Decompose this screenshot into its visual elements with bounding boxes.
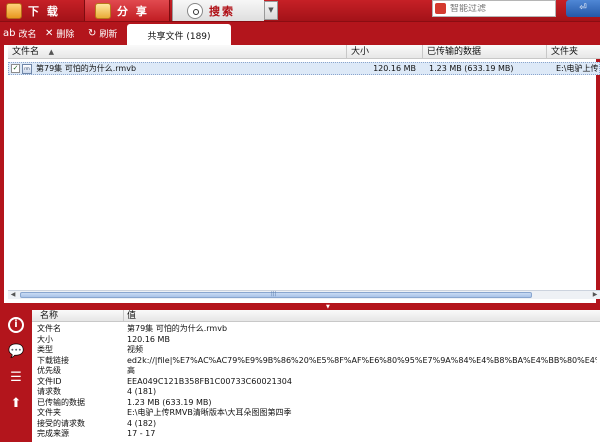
details-key: 类型 [37, 345, 53, 354]
column-header-folder[interactable]: 文件夹 [547, 45, 600, 59]
column-header-transferred[interactable]: 已传输的数据 [423, 45, 547, 59]
details-value: EEA049C121B358FB1C00733C60021304 [127, 376, 292, 386]
details-key: 大小 [37, 334, 53, 344]
details-row: 文件名 第79集 可怕的为什么.rmvb [32, 324, 600, 334]
details-value: 4 (182) [127, 418, 157, 428]
details-key: 接受的请求数 [37, 418, 85, 428]
table-row[interactable]: ✓ rm 第79集 可怕的为什么.rmvb 120.16 MB 1.23 MB … [8, 62, 600, 75]
search-icon [187, 2, 203, 19]
details-header: 名称 值 [32, 310, 600, 322]
details-row: 接受的请求数 4 (182) [32, 419, 600, 429]
details-key: 下载链接 [37, 355, 69, 365]
details-row: 请求数 4 (181) [32, 387, 600, 397]
details-row: 优先级 高 [32, 366, 600, 376]
refresh-label: 刷新 [99, 29, 118, 40]
list-icon[interactable]: ☰ [8, 370, 24, 386]
toolbar: ab 改名 ✕ 删除 ↻ 刷新 共享文件 (189) [0, 21, 600, 46]
filter-go-button[interactable]: ⏎ [566, 0, 600, 17]
video-file-icon: rm [22, 64, 32, 74]
details-key: 文件名 [37, 324, 61, 333]
column-filename-label: 文件名 [12, 47, 40, 57]
details-panel: 名称 值 文件名 第79集 可怕的为什么.rmvb 大小 120.16 MB 类… [32, 310, 600, 442]
detail-side-nav: i 💬 ☰ ⬆ [0, 310, 32, 442]
row-folder: E:\电驴上传 [556, 64, 599, 73]
scroll-left-icon[interactable]: ◀ [8, 291, 18, 299]
details-row: 文件ID EEA049C121B358FB1C00733C60021304 [32, 377, 600, 387]
details-key: 已传输的数据 [37, 397, 85, 407]
column-header-size[interactable]: 大小 [347, 45, 423, 59]
details-value: 17 - 17 [127, 429, 156, 438]
comment-icon[interactable]: 💬 [8, 344, 24, 360]
delete-button[interactable]: ✕ 删除 [45, 26, 74, 40]
tab-download[interactable]: 下 载 [2, 0, 80, 21]
filter-icon [435, 3, 446, 14]
details-key: 文件夹 [37, 408, 61, 417]
details-value[interactable]: ed2k://|file|%E7%AC%AC79%E9%9B%86%20%E5%… [127, 356, 597, 366]
details-value: 1.23 MB (633.19 MB) [127, 397, 212, 407]
refresh-icon: ↻ [88, 27, 97, 39]
row-filename: 第79集 可怕的为什么.rmvb [36, 64, 137, 73]
delete-label: 删除 [56, 29, 75, 40]
file-list-panel: 文件名 ▲ 大小 已传输的数据 文件夹 ✓ rm 第79集 可怕的为什么.rmv… [0, 45, 600, 303]
download-icon [6, 2, 22, 19]
filter-box [432, 0, 556, 17]
row-checkbox[interactable]: ✓ [11, 64, 20, 73]
horizontal-scrollbar[interactable]: ◀ ||| ▶ [8, 290, 600, 299]
details-column-name[interactable]: 名称 [32, 310, 124, 322]
top-tab-bar: 下 载 分 享 搜索 ▼ ⏎ [0, 0, 600, 21]
details-value: E:\电驴上传RMVB清晰版本\大耳朵图图第四季 [127, 408, 292, 417]
details-row: 大小 120.16 MB [32, 335, 600, 345]
details-value: 第79集 可怕的为什么.rmvb [127, 324, 228, 333]
tab-share[interactable]: 分 享 [84, 0, 170, 21]
row-size: 120.16 MB [373, 64, 416, 73]
column-header-filename[interactable]: 文件名 ▲ [8, 45, 347, 59]
details-column-value[interactable]: 值 [124, 310, 600, 322]
details-row: 已传输的数据 1.23 MB (633.19 MB) [32, 398, 600, 408]
tab-share-label: 分 享 [117, 4, 149, 18]
details-row: 下载链接 ed2k://|file|%E7%AC%AC79%E9%9B%86%2… [32, 356, 600, 366]
scroll-grip-icon: ||| [271, 291, 277, 297]
details-key: 完成来源 [37, 429, 69, 438]
scroll-right-icon[interactable]: ▶ [590, 291, 600, 299]
rename-label: 改名 [18, 29, 37, 40]
sort-arrow-icon: ▲ [48, 48, 54, 56]
share-icon [95, 2, 111, 19]
details-key: 请求数 [37, 387, 61, 396]
tab-search-label: 搜索 [209, 4, 235, 18]
panel-splitter[interactable]: ▼ [0, 303, 600, 310]
tab-dropdown-button[interactable]: ▼ [264, 1, 278, 20]
tab-search[interactable]: 搜索 [172, 0, 264, 21]
details-key: 文件ID [37, 376, 62, 386]
rename-button[interactable]: ab 改名 [3, 26, 37, 40]
file-list-header: 文件名 ▲ 大小 已传输的数据 文件夹 [8, 45, 600, 59]
details-value: 视频 [127, 345, 143, 354]
filter-input[interactable] [450, 3, 546, 14]
info-icon[interactable]: i [8, 317, 24, 333]
details-value: 120.16 MB [127, 334, 170, 344]
details-key: 优先级 [37, 366, 61, 375]
refresh-button[interactable]: ↻ 刷新 [88, 26, 117, 40]
details-value: 高 [127, 366, 135, 375]
tab-download-label: 下 载 [28, 4, 60, 18]
tab-shared-files[interactable]: 共享文件 (189) [127, 24, 231, 46]
details-row: 类型 视频 [32, 345, 600, 355]
details-value: 4 (181) [127, 387, 157, 396]
upload-icon[interactable]: ⬆ [8, 396, 24, 412]
rename-icon: ab [3, 27, 16, 39]
details-row: 文件夹 E:\电驴上传RMVB清晰版本\大耳朵图图第四季 [32, 408, 600, 418]
row-transferred: 1.23 MB (633.19 MB) [429, 64, 514, 73]
details-row: 完成来源 17 - 17 [32, 429, 600, 439]
delete-icon: ✕ [45, 27, 54, 39]
